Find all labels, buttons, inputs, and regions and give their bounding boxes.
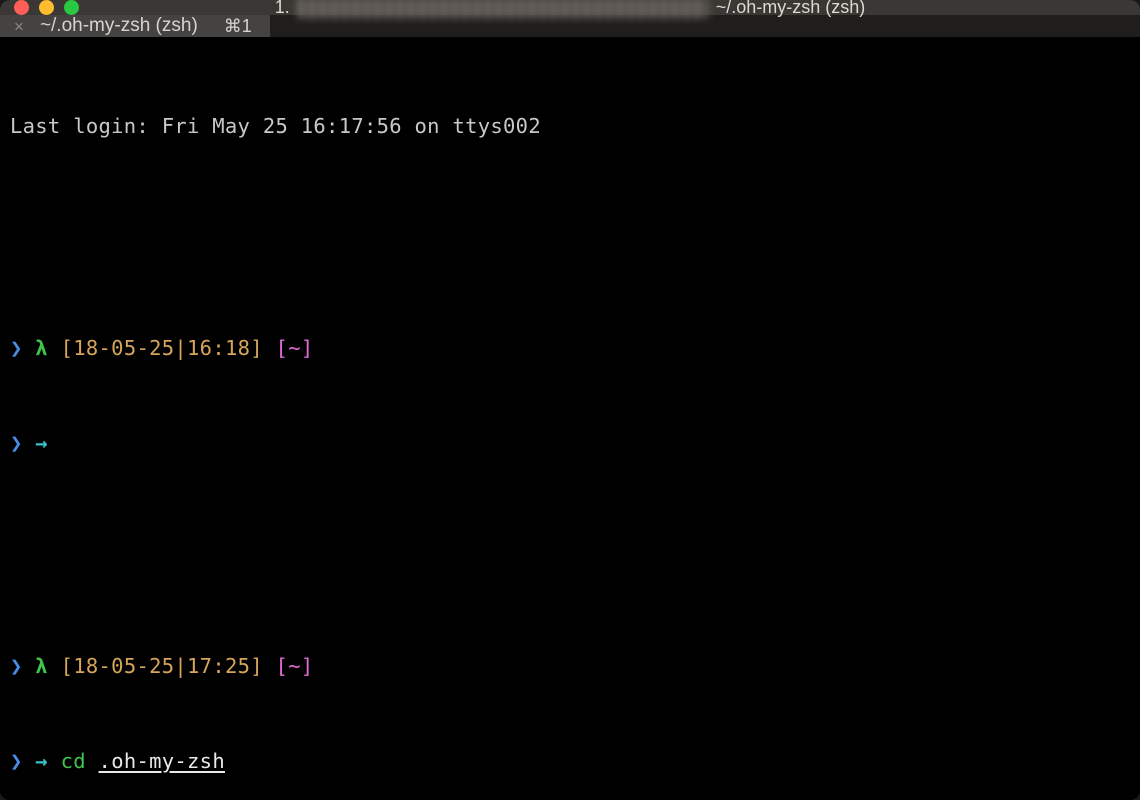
tab-active[interactable]: × ~/.oh-my-zsh (zsh) ⌘1: [0, 15, 270, 37]
command-line-2: ❯ → cd .oh-my-zsh: [10, 746, 1130, 778]
chevron-right-icon: ❯: [10, 654, 35, 678]
prompt-input-1: ❯ →: [10, 428, 1130, 460]
command-name: cd: [61, 749, 99, 773]
chevron-right-icon: ❯: [10, 749, 35, 773]
window-titlebar: 1. ~/.oh-my-zsh (zsh): [0, 0, 1140, 15]
lambda-icon: λ: [35, 654, 48, 678]
chevron-right-icon: ❯: [10, 431, 35, 455]
close-window-button[interactable]: [14, 0, 29, 15]
tab-bar: × ~/.oh-my-zsh (zsh) ⌘1: [0, 15, 1140, 37]
prompt-line-1: ❯ λ [18-05-25|16:18] [~]: [10, 333, 1130, 365]
window-title-redacted: [298, 0, 708, 18]
command-arg: .oh-my-zsh: [99, 749, 225, 773]
arrow-right-icon: →: [35, 749, 48, 773]
arrow-right-icon: →: [35, 431, 48, 455]
prompt-cwd: [~]: [276, 336, 314, 360]
close-tab-icon[interactable]: ×: [14, 18, 24, 35]
minimize-window-button[interactable]: [39, 0, 54, 15]
prompt-timestamp: [18-05-25|17:25]: [61, 654, 263, 678]
tab-shortcut: ⌘1: [224, 16, 252, 37]
lambda-icon: λ: [35, 336, 48, 360]
zoom-window-button[interactable]: [64, 0, 79, 15]
chevron-right-icon: ❯: [10, 336, 35, 360]
terminal-window: 1. ~/.oh-my-zsh (zsh) × ~/.oh-my-zsh (zs…: [0, 0, 1140, 800]
prompt-line-2: ❯ λ [18-05-25|17:25] [~]: [10, 651, 1130, 683]
traffic-lights: [14, 0, 79, 15]
tab-label: ~/.oh-my-zsh (zsh): [40, 15, 198, 37]
prompt-cwd: [~]: [276, 654, 314, 678]
last-login-line: Last login: Fri May 25 16:17:56 on ttys0…: [10, 111, 1130, 143]
terminal-body[interactable]: Last login: Fri May 25 16:17:56 on ttys0…: [0, 37, 1140, 800]
prompt-timestamp: [18-05-25|16:18]: [61, 336, 263, 360]
